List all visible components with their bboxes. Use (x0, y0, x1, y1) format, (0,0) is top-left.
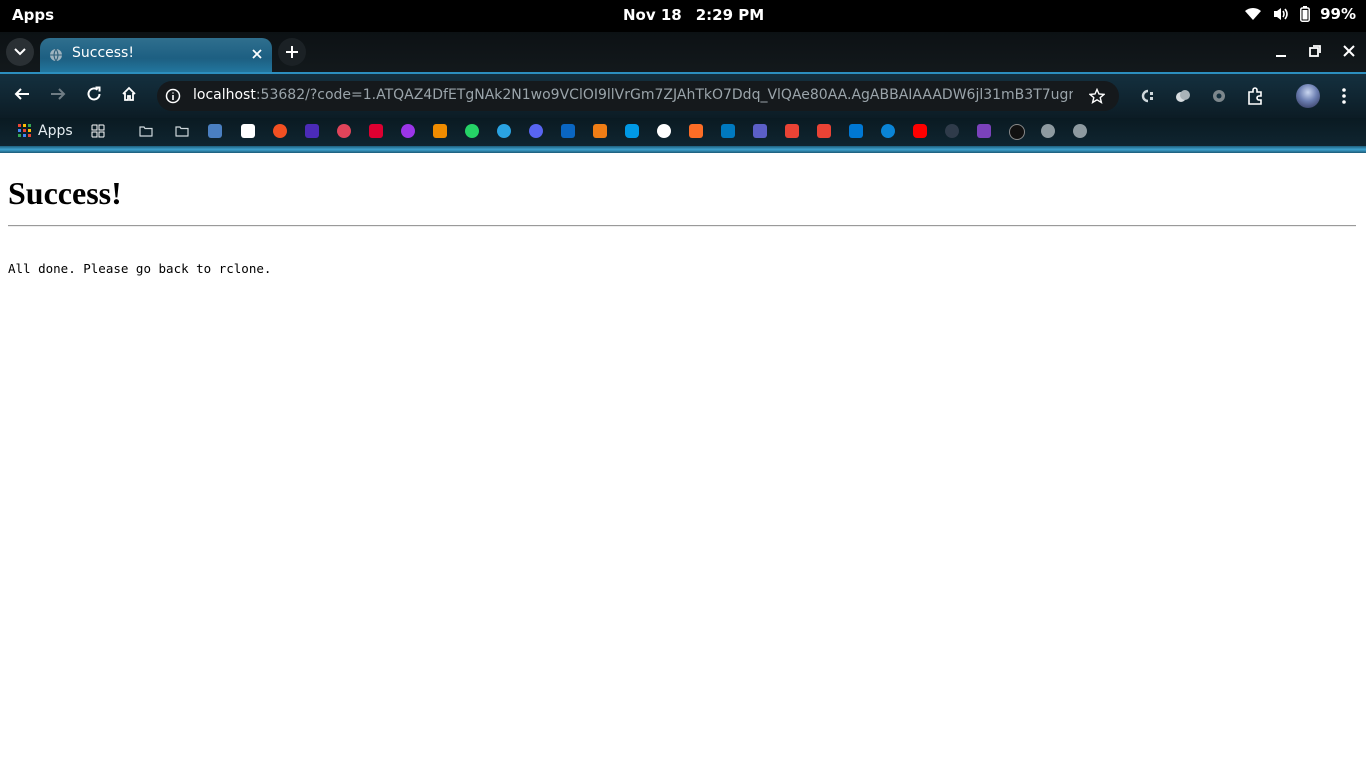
discord-icon[interactable] (529, 124, 543, 138)
clock-date: Nov 18 (623, 6, 682, 24)
reload-icon[interactable] (86, 86, 102, 102)
x-bookmark-icon[interactable] (593, 124, 607, 138)
active-tab[interactable]: Success! (40, 38, 272, 72)
link-bookmark-icon[interactable] (337, 124, 351, 138)
bookmark-apps-label: Apps (38, 123, 73, 139)
tab-search-button[interactable] (6, 38, 34, 66)
globe-icon (50, 48, 62, 62)
url-text[interactable]: localhost:53682/?code=1.ATQAZ4DfETgNAk2N… (193, 87, 1073, 103)
tab-strip: Success! (0, 32, 1366, 72)
teams-icon[interactable] (753, 124, 767, 138)
url-path: :53682/?code=1.ATQAZ4DfETgNAk2N1wo9VClOI… (255, 87, 1073, 103)
address-bar[interactable]: localhost:53682/?code=1.ATQAZ4DfETgNAk2N… (157, 81, 1119, 111)
window-controls (1274, 44, 1356, 58)
terraform-icon[interactable] (977, 124, 991, 138)
extension-c-icon[interactable] (1138, 87, 1156, 105)
divider (8, 225, 1356, 227)
chevron-down-icon (14, 48, 26, 56)
volume-icon (1272, 6, 1290, 22)
more-menu-icon[interactable] (1336, 87, 1352, 105)
extensions-puzzle-icon[interactable] (1246, 87, 1264, 105)
clock-time: 2:29 PM (695, 6, 765, 24)
wifi-icon (1244, 6, 1262, 22)
web-page: Success! All done. Please go back to rcl… (0, 153, 1366, 768)
udemy-icon[interactable] (401, 124, 415, 138)
folder-icon[interactable] (139, 124, 153, 138)
tab-title: Success! (72, 45, 134, 61)
whatsapp-icon[interactable] (465, 124, 479, 138)
status-message: All done. Please go back to rclone. (8, 261, 272, 276)
page-heading: Success! (8, 175, 122, 211)
activities-apps-button[interactable]: Apps (12, 6, 54, 24)
wizard-bookmark-icon[interactable] (305, 124, 319, 138)
globe-bookmark-icon[interactable] (1073, 124, 1087, 138)
system-tray[interactable]: 99% (1244, 5, 1356, 23)
restore-icon[interactable] (1308, 44, 1322, 58)
outlook-icon[interactable] (849, 124, 863, 138)
plus-icon (286, 46, 298, 58)
gmail-icon[interactable] (785, 124, 799, 138)
back-arrow-icon[interactable] (14, 86, 30, 102)
browser-toolbar: localhost:53682/?code=1.ATQAZ4DfETgNAk2N… (0, 72, 1366, 118)
grid-orange-bookmark-icon[interactable] (433, 124, 447, 138)
new-tab-button[interactable] (278, 38, 306, 66)
theme-accent-strip (0, 146, 1366, 153)
close-tab-icon[interactable] (250, 47, 264, 61)
extension-cloud-icon[interactable] (1174, 87, 1192, 105)
onedrive-icon[interactable] (881, 124, 895, 138)
github-icon[interactable] (657, 124, 671, 138)
minimize-icon[interactable] (1274, 44, 1288, 58)
folder-icon[interactable] (175, 124, 189, 138)
apps-grid-icon (18, 124, 31, 137)
a-app-icon[interactable] (1009, 124, 1025, 140)
bookmark-star-icon[interactable] (1089, 88, 1105, 104)
grid-bookmark-icon[interactable] (91, 124, 105, 138)
extension-gear-icon[interactable] (1210, 87, 1228, 105)
site-info-icon[interactable] (165, 88, 181, 104)
bookmark-apps[interactable]: Apps (18, 123, 73, 139)
calendar-bookmark-icon[interactable] (241, 124, 255, 138)
gmail-icon[interactable] (817, 124, 831, 138)
globe-bookmark-icon[interactable] (1041, 124, 1055, 138)
drive-bookmark-icon[interactable] (208, 124, 222, 138)
angular-icon[interactable] (369, 124, 383, 138)
dark-app-icon[interactable] (945, 124, 959, 138)
telegram-icon[interactable] (497, 124, 511, 138)
circle-app-icon[interactable] (625, 124, 639, 138)
close-window-icon[interactable] (1342, 44, 1356, 58)
url-host: localhost (193, 87, 256, 103)
linkedin-icon[interactable] (561, 124, 575, 138)
battery-percent: 99% (1320, 5, 1356, 23)
clock[interactable]: Nov 18 2:29 PM (623, 6, 778, 24)
trello-icon[interactable] (721, 124, 735, 138)
bookmarks-bar: Apps (0, 118, 1366, 146)
fire-bookmark-icon[interactable] (273, 124, 287, 138)
gitlab-icon[interactable] (689, 124, 703, 138)
battery-icon (1300, 6, 1311, 22)
profile-avatar[interactable] (1296, 84, 1320, 108)
system-top-bar: Apps Nov 18 2:29 PM 99% (0, 0, 1366, 32)
forward-arrow-icon[interactable] (50, 86, 66, 102)
youtube-icon[interactable] (913, 124, 927, 138)
home-icon[interactable] (121, 86, 137, 102)
